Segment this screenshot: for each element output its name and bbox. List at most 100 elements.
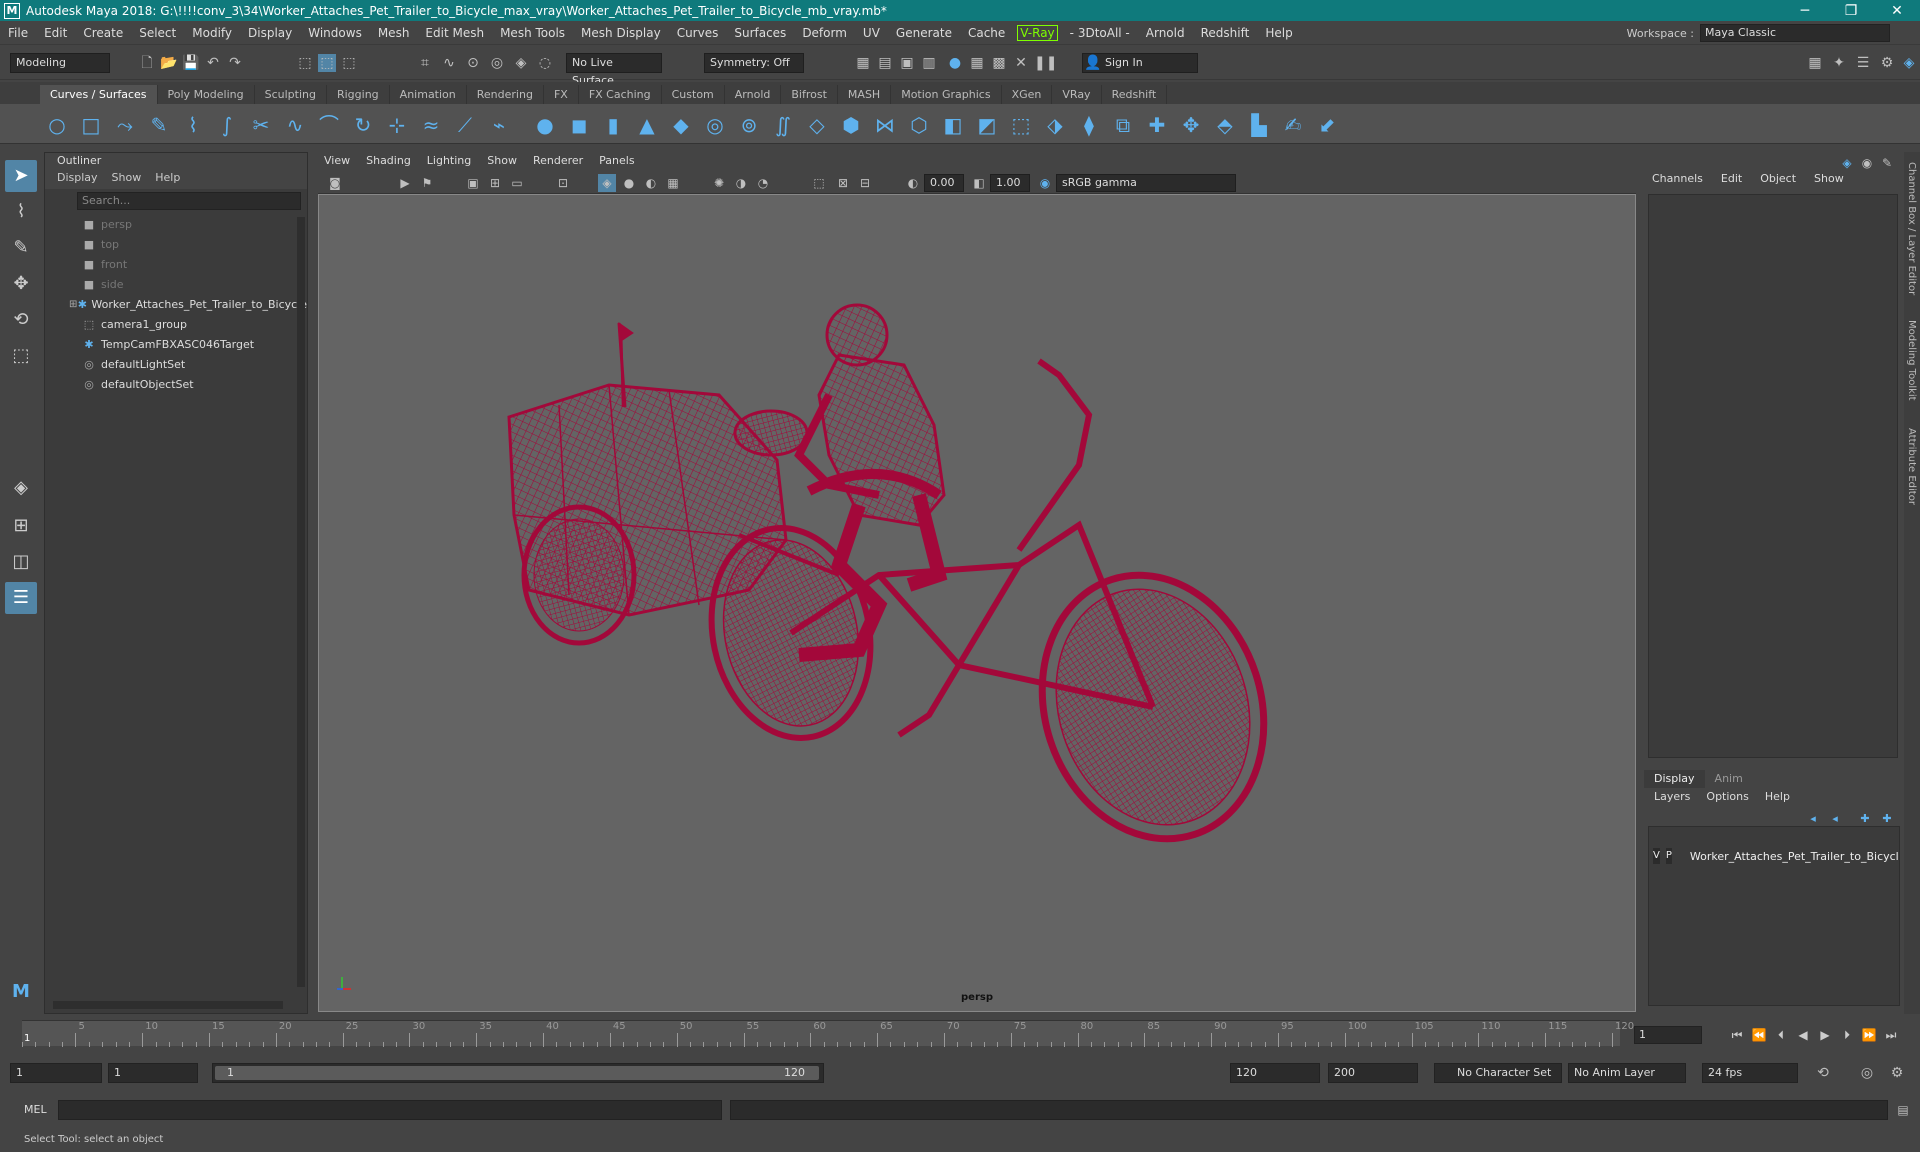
channel-box-icon[interactable]: ◈: [1838, 154, 1856, 172]
vray-render-icon[interactable]: ▦: [968, 54, 986, 72]
symmetry-dropdown[interactable]: Symmetry: Off: [704, 53, 804, 73]
outliner-menu-show[interactable]: Show: [112, 171, 142, 187]
animation-end-field[interactable]: 200: [1328, 1063, 1418, 1083]
layer-editor-icon[interactable]: ◉: [1858, 154, 1876, 172]
channel-menu-object[interactable]: Object: [1760, 172, 1796, 185]
current-frame-field[interactable]: 1: [1634, 1026, 1702, 1044]
menu-set-dropdown[interactable]: Modeling: [10, 53, 110, 73]
four-view-layout-icon[interactable]: ⊞: [5, 510, 37, 542]
film-gate-icon[interactable]: ▭: [508, 174, 526, 192]
step-forward-frame-icon[interactable]: ⏵: [1838, 1026, 1856, 1044]
offset-curve-icon[interactable]: ≈: [418, 112, 444, 138]
curve-intersect-icon[interactable]: ✂: [248, 112, 274, 138]
extrude-icon[interactable]: ⬢: [838, 112, 864, 138]
boundary-icon[interactable]: ⬡: [906, 112, 932, 138]
nurbs-torus-icon[interactable]: ◎: [702, 112, 728, 138]
outliner-item[interactable]: ⬚ camera1_group: [45, 314, 307, 334]
outliner-vertical-scrollbar[interactable]: [297, 217, 305, 987]
persp-viewport[interactable]: persp: [318, 194, 1636, 1012]
command-input[interactable]: [58, 1100, 722, 1120]
birail-icon[interactable]: ⋈: [872, 112, 898, 138]
side-tab-channel-box[interactable]: Channel Box / Layer Editor: [1906, 162, 1917, 295]
scale-tool-icon[interactable]: ⬚: [5, 340, 37, 372]
attribute-editor-icon[interactable]: ☰: [1854, 54, 1872, 72]
rebuild-curve-icon[interactable]: ↻: [350, 112, 376, 138]
attach-curves-icon[interactable]: ∿: [282, 112, 308, 138]
shelf-tab-rendering[interactable]: Rendering: [467, 85, 544, 104]
animation-start-field[interactable]: 1: [10, 1063, 102, 1083]
nurbs-square-icon[interactable]: □: [78, 112, 104, 138]
image-plane-icon[interactable]: ▣: [464, 174, 482, 192]
character-set-dropdown[interactable]: No Character Set: [1434, 1063, 1562, 1083]
menu-curves[interactable]: Curves: [669, 26, 727, 40]
snap-surface-icon[interactable]: ◈: [512, 54, 530, 72]
move-tool-icon[interactable]: ✥: [5, 268, 37, 300]
menu-select[interactable]: Select: [131, 26, 184, 40]
menu-redshift[interactable]: Redshift: [1193, 26, 1258, 40]
ep-curve-icon[interactable]: ⤳: [112, 112, 138, 138]
menu-file[interactable]: File: [0, 26, 36, 40]
viewport-menu-panels[interactable]: Panels: [599, 154, 634, 170]
layer-visibility-toggle[interactable]: V: [1653, 848, 1660, 864]
menu-cache[interactable]: Cache: [960, 26, 1013, 40]
shelf-tab-fx-caching[interactable]: FX Caching: [579, 85, 662, 104]
ambient-occlusion-icon[interactable]: ◔: [754, 174, 772, 192]
shelf-tab-bifrost[interactable]: Bifrost: [781, 85, 838, 104]
insert-isoparm-icon[interactable]: ⧫: [1076, 112, 1102, 138]
menu-mesh[interactable]: Mesh: [370, 26, 418, 40]
safe-action-icon[interactable]: ⊡: [554, 174, 572, 192]
revolve-icon[interactable]: ⊚: [736, 112, 762, 138]
auto-key-icon[interactable]: ◎: [1858, 1064, 1876, 1082]
menu-arnold[interactable]: Arnold: [1138, 26, 1193, 40]
gamma-field[interactable]: 1.00: [990, 174, 1030, 192]
wireframe-icon[interactable]: ◈: [598, 174, 616, 192]
shelf-tab-rigging[interactable]: Rigging: [327, 85, 390, 104]
step-back-frame-icon[interactable]: ⏴: [1772, 1026, 1790, 1044]
save-scene-icon[interactable]: 💾: [182, 54, 200, 72]
play-backwards-icon[interactable]: ◀: [1794, 1026, 1812, 1044]
viewport-menu-lighting[interactable]: Lighting: [427, 154, 471, 170]
shelf-tab-xgen[interactable]: XGen: [1002, 85, 1053, 104]
time-ruler[interactable]: 1 5 10 15 20 25 30 35 40 45 50 55 60 65 70 75 80 85 90 95 1…: [22, 1020, 1634, 1047]
channel-menu-edit[interactable]: Edit: [1721, 172, 1742, 185]
rebuild-surface-icon[interactable]: ⧉: [1110, 112, 1136, 138]
script-language-label[interactable]: MEL: [24, 1103, 47, 1116]
outliner-item[interactable]: ■ side: [45, 274, 307, 294]
pencil-curve-icon[interactable]: ✎: [146, 112, 172, 138]
menu-modify[interactable]: Modify: [184, 26, 240, 40]
exposure-icon[interactable]: ◐: [904, 174, 922, 192]
paint-select-icon[interactable]: ✎: [5, 232, 37, 264]
untrim-icon[interactable]: ⬗: [1042, 112, 1068, 138]
outliner-item[interactable]: ■ front: [45, 254, 307, 274]
hypershade-icon[interactable]: ●: [946, 54, 964, 72]
shelf-tab-vray[interactable]: VRay: [1052, 85, 1102, 104]
paint-weights-icon[interactable]: ✍: [1280, 112, 1306, 138]
play-forwards-icon[interactable]: ▶: [1816, 1026, 1834, 1044]
menu-vray[interactable]: V-Ray: [1017, 24, 1058, 41]
outliner-menu-help[interactable]: Help: [155, 171, 180, 187]
snap-point-icon[interactable]: ⊙: [464, 54, 482, 72]
pause-icon[interactable]: ❚❚: [1034, 54, 1057, 72]
channel-box-toggle-icon[interactable]: ◈: [1900, 54, 1918, 72]
view-transform-dropdown[interactable]: sRGB gamma: [1056, 174, 1236, 192]
crease-icon[interactable]: ⬋: [1314, 112, 1340, 138]
trim-tool-icon[interactable]: ⬚: [1008, 112, 1034, 138]
live-surface-field[interactable]: No Live Surface: [566, 53, 662, 87]
wireframe-on-shaded-icon[interactable]: ◐: [642, 174, 660, 192]
vray-ipr-icon[interactable]: ▩: [990, 54, 1008, 72]
color-management-icon[interactable]: ◉: [1036, 174, 1054, 192]
side-tab-modeling-toolkit[interactable]: Modeling Toolkit: [1906, 320, 1917, 401]
layer-playback-toggle[interactable]: P: [1665, 848, 1672, 864]
viewport-menu-shading[interactable]: Shading: [366, 154, 411, 170]
camera-attributes-icon[interactable]: ▶: [396, 174, 414, 192]
restore-button[interactable]: ❐: [1828, 0, 1874, 21]
minimize-button[interactable]: ─: [1782, 0, 1828, 21]
character-controls-icon[interactable]: ✦: [1830, 54, 1848, 72]
shelf-tab-sculpting[interactable]: Sculpting: [255, 85, 327, 104]
gamma-icon[interactable]: ◧: [970, 174, 988, 192]
outliner-layout-icon[interactable]: ☰: [5, 582, 37, 614]
project-curve-icon[interactable]: ⟋: [452, 112, 478, 138]
anim-layer-dropdown[interactable]: No Anim Layer: [1568, 1063, 1686, 1083]
select-object-icon[interactable]: ⬚: [318, 54, 336, 72]
layer-menu-help[interactable]: Help: [1765, 790, 1790, 806]
